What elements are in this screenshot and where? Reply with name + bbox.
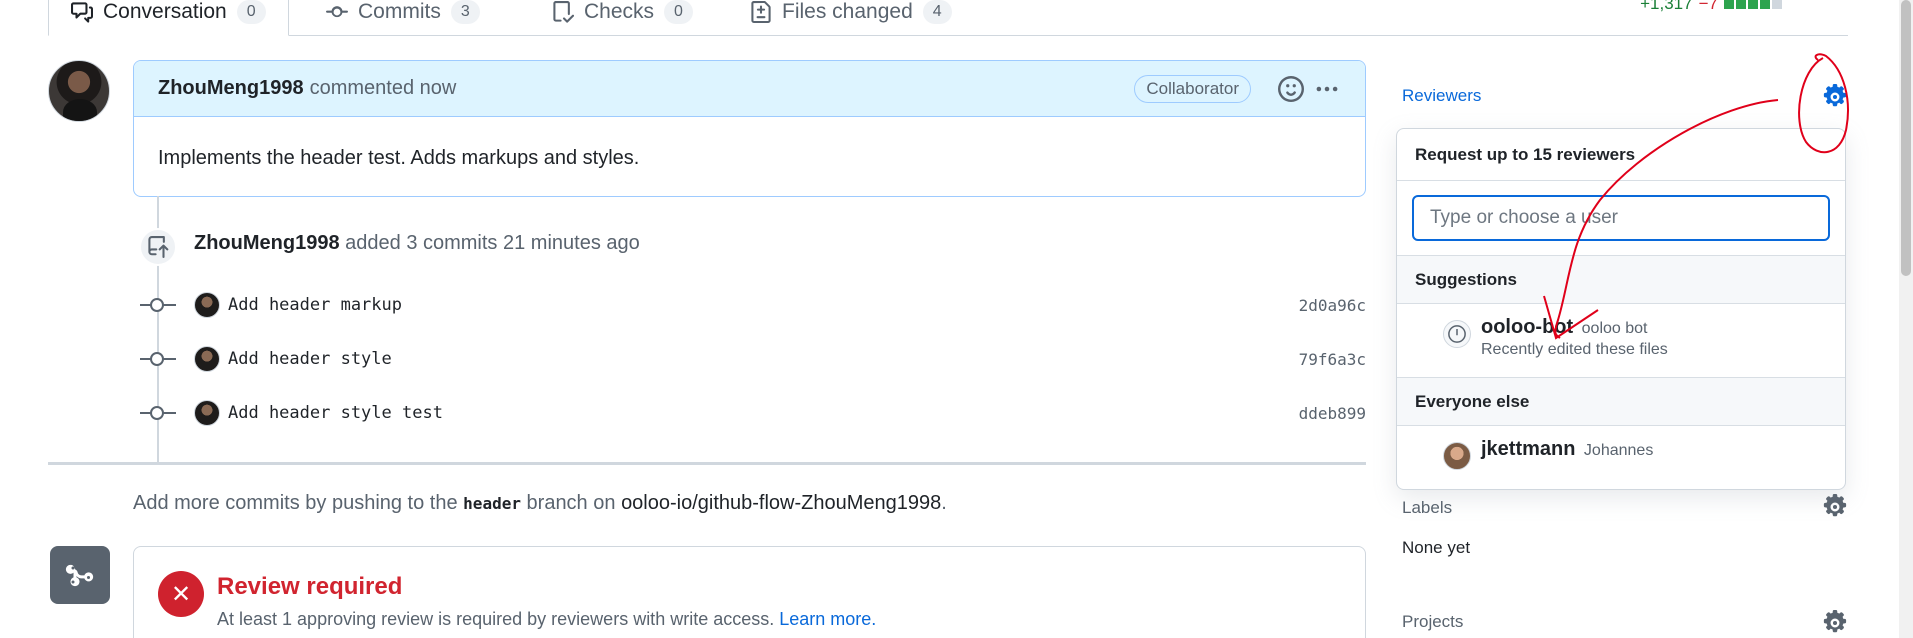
gear-icon[interactable] <box>1822 610 1848 636</box>
scrollbar[interactable] <box>1899 0 1913 638</box>
timeline-divider <box>48 462 1366 465</box>
kebab-horizontal-icon[interactable] <box>1313 75 1341 103</box>
user-name: Johannes <box>1583 442 1654 459</box>
commit-avatar[interactable] <box>194 400 220 426</box>
comment-body: Implements the header test. Adds markups… <box>158 147 640 169</box>
gear-icon[interactable] <box>1822 494 1848 520</box>
branch-name: header <box>463 494 521 513</box>
user-avatar <box>1443 442 1471 470</box>
diffstat-blocks <box>1724 0 1782 9</box>
suggestion-text: ooloo-bot ooloo bot Recently edited thes… <box>1481 316 1668 359</box>
tab-counter: 4 <box>922 0 952 24</box>
commit-sha-link[interactable]: 79f6a3c <box>1299 350 1366 369</box>
diff-deletions: −7 <box>1698 0 1718 13</box>
tab-checks[interactable]: Checks 0 <box>530 0 715 36</box>
collaborator-badge: Collaborator <box>1134 74 1251 103</box>
tab-counter: 3 <box>450 0 480 24</box>
suggestion-note: Recently edited these files <box>1481 341 1668 358</box>
tab-label: Conversation <box>103 0 227 23</box>
review-required-description: At least 1 approving review is required … <box>217 609 876 630</box>
commit-message-link[interactable]: Add header style test <box>228 403 1299 423</box>
popup-header: Request up to 15 reviewers <box>1397 129 1845 181</box>
comment-timestamp[interactable]: commented now <box>310 77 457 100</box>
git-commit-icon <box>140 349 176 369</box>
tab-conversation[interactable]: Conversation 0 <box>48 0 289 36</box>
pr-description-comment: ZhouMeng1998 commented now Collaborator … <box>133 60 1366 197</box>
git-commit-icon <box>140 295 176 315</box>
comment-header: ZhouMeng1998 commented now Collaborator <box>134 61 1365 117</box>
gear-icon[interactable] <box>1822 84 1848 110</box>
learn-more-link[interactable]: Learn more. <box>779 609 876 629</box>
reviewers-heading[interactable]: Reviewers <box>1402 86 1481 106</box>
user-item[interactable]: jkettmann Johannes <box>1397 426 1845 480</box>
commit-row: Add header style test ddeb899 <box>140 396 1366 430</box>
tab-counter: 0 <box>664 0 693 24</box>
x-circle-icon: ✕ <box>158 571 204 617</box>
author-avatar[interactable] <box>48 60 110 122</box>
merge-status-box: ✕ Review required At least 1 approving r… <box>133 546 1366 638</box>
checklist-icon <box>553 1 574 23</box>
labels-heading[interactable]: Labels <box>1402 498 1452 518</box>
diff-additions: +1,317 <box>1640 0 1693 13</box>
commit-sha-link[interactable]: 2d0a96c <box>1299 296 1366 315</box>
scrollbar-thumb[interactable] <box>1901 0 1911 276</box>
suggestion-item[interactable]: ooloo-bot ooloo bot Recently edited thes… <box>1397 304 1845 378</box>
popup-filter <box>1397 181 1845 256</box>
diffstat: +1,317 −7 <box>1640 0 1782 14</box>
commit-sha-link[interactable]: ddeb899 <box>1299 404 1366 423</box>
push-hint: Add more commits by pushing to the heade… <box>133 492 947 515</box>
push-author-link[interactable]: ZhouMeng1998 <box>194 232 340 254</box>
hint-prefix: Add more commits by pushing to the <box>133 492 458 514</box>
commit-row: Add header style 79f6a3c <box>140 342 1366 376</box>
comment-discussion-icon <box>71 2 93 23</box>
commit-message-link[interactable]: Add header style <box>228 349 1299 369</box>
suggestions-heading: Suggestions <box>1397 256 1845 304</box>
smiley-icon[interactable] <box>1277 75 1305 103</box>
review-required-title: Review required <box>217 573 403 600</box>
tab-counter: 0 <box>236 0 266 24</box>
user-login: jkettmann <box>1481 438 1576 460</box>
reviewers-popup: Request up to 15 reviewers Suggestions o… <box>1396 128 1846 490</box>
everyone-else-heading: Everyone else <box>1397 378 1845 426</box>
push-event-text: ZhouMeng1998 added 3 commits 21 minutes … <box>194 232 640 255</box>
suggestion-login: ooloo-bot <box>1481 316 1574 338</box>
file-diff-icon <box>751 1 771 23</box>
hint-suffix: . <box>941 492 947 514</box>
commit-avatar[interactable] <box>194 292 220 318</box>
tab-label: Commits <box>358 0 441 23</box>
review-description-text: At least 1 approving review is required … <box>217 609 775 629</box>
comment-author-link[interactable]: ZhouMeng1998 <box>158 77 304 100</box>
push-description: added 3 commits 21 minutes ago <box>345 232 640 254</box>
projects-heading[interactable]: Projects <box>1402 612 1463 632</box>
commit-avatar[interactable] <box>194 346 220 372</box>
commit-icon <box>326 6 348 18</box>
repo-push-icon <box>139 228 177 266</box>
hint-middle: branch on <box>526 492 616 514</box>
tab-files-changed[interactable]: Files changed 4 <box>728 0 974 36</box>
commit-row: Add header markup 2d0a96c <box>140 288 1366 322</box>
tab-commits[interactable]: Commits 3 <box>304 0 502 36</box>
bot-avatar-icon <box>1443 320 1471 348</box>
suggestion-name: ooloo bot <box>1581 320 1648 337</box>
git-commit-icon <box>140 403 176 423</box>
tab-label: Checks <box>584 0 655 23</box>
commit-message-link[interactable]: Add header markup <box>228 295 1299 315</box>
git-merge-icon <box>50 546 110 604</box>
reviewer-search-input[interactable] <box>1412 195 1830 241</box>
pr-tabbar: Conversation 0 Commits 3 Checks 0 Files … <box>48 0 1848 36</box>
tab-label: Files changed <box>782 0 913 23</box>
repo-link[interactable]: ooloo-io/github-flow-ZhouMeng1998 <box>621 492 941 514</box>
labels-value: None yet <box>1402 538 1471 557</box>
user-text: jkettmann Johannes <box>1481 438 1653 461</box>
